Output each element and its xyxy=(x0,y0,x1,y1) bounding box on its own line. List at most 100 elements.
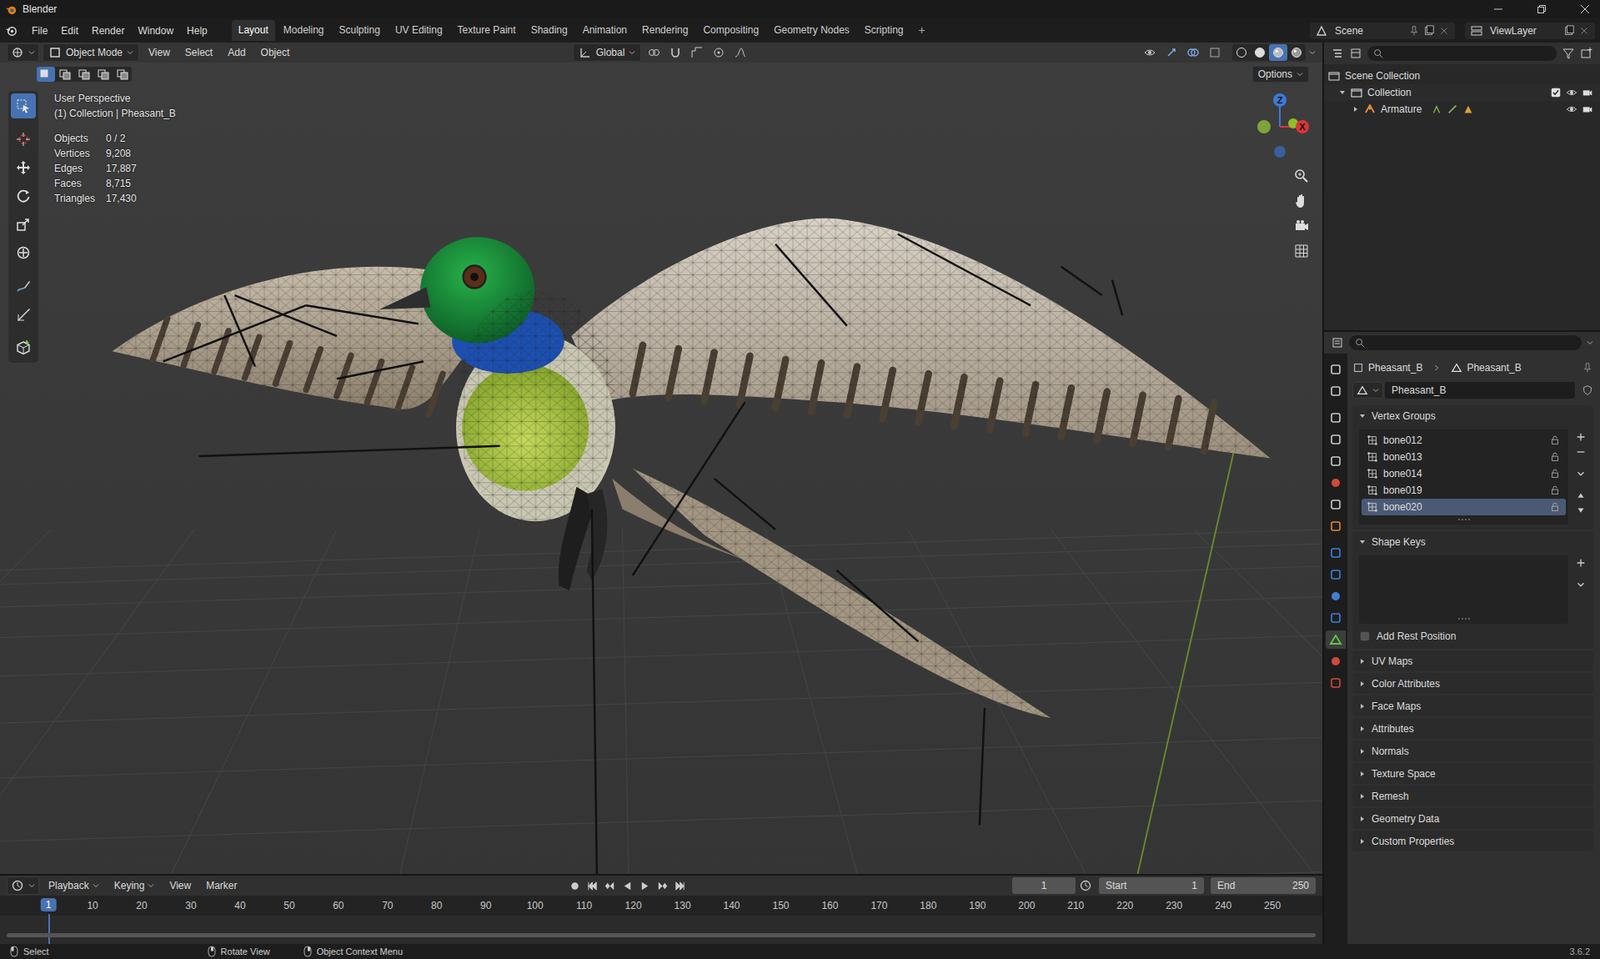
vertex-group-row[interactable]: bone014 xyxy=(1361,465,1566,482)
close-icon[interactable] xyxy=(1579,4,1590,15)
unlocked-icon[interactable] xyxy=(1549,434,1561,447)
play-reverse-icon[interactable] xyxy=(621,879,634,893)
eye-open-icon[interactable] xyxy=(1565,103,1578,116)
armature-bones[interactable] xyxy=(163,234,1123,874)
panel-title[interactable]: Color Attributes xyxy=(1352,672,1594,694)
properties-tab[interactable] xyxy=(1325,543,1346,562)
add-icon[interactable] xyxy=(1574,431,1587,443)
tool-button[interactable] xyxy=(10,211,36,237)
unlocked-icon[interactable] xyxy=(1549,501,1561,513)
timeline-menu-item[interactable]: View xyxy=(163,877,197,894)
delete-scene-icon[interactable] xyxy=(1438,25,1450,37)
select-mode-button[interactable] xyxy=(55,66,75,82)
tool-button[interactable] xyxy=(10,335,36,361)
properties-tab[interactable] xyxy=(1325,586,1346,606)
menu-item[interactable]: Help xyxy=(180,22,214,40)
outliner-row[interactable]: Collection xyxy=(1324,84,1600,101)
resize-grip[interactable] xyxy=(1361,515,1566,522)
outliner-row[interactable]: Armature xyxy=(1324,100,1600,118)
panel-title[interactable]: Custom Properties xyxy=(1352,830,1594,852)
vertex-group-name[interactable]: bone012 xyxy=(1383,434,1423,447)
workspace-tab[interactable]: Geometry Nodes xyxy=(767,20,857,41)
panel-title[interactable]: Texture Space xyxy=(1352,762,1594,784)
panel-title[interactable]: Normals xyxy=(1352,740,1594,762)
3d-viewport[interactable]: Object ModeViewSelectAddObjectGlobalOpti… xyxy=(0,42,1323,874)
menu-item[interactable]: File xyxy=(25,22,54,40)
snap-target-icon[interactable] xyxy=(690,45,704,60)
vertex-group-name[interactable]: bone020 xyxy=(1383,501,1423,513)
render-camera-icon[interactable] xyxy=(1581,103,1594,116)
panel-title[interactable]: Geometry Data xyxy=(1352,807,1594,829)
camera-icon[interactable] xyxy=(1293,217,1310,235)
previous-keyframe-icon[interactable] xyxy=(603,879,617,893)
tool-button[interactable] xyxy=(10,155,36,181)
panel-title[interactable]: Attributes xyxy=(1352,717,1594,739)
overlays-icon[interactable] xyxy=(1186,45,1200,60)
pin-icon[interactable] xyxy=(1408,25,1420,37)
properties-tab[interactable] xyxy=(1325,516,1346,536)
timeline-menu-item[interactable]: Keying xyxy=(108,877,161,894)
workspace-tab[interactable]: Rendering xyxy=(635,20,695,41)
outliner-row[interactable]: Scene Collection xyxy=(1324,67,1600,85)
specials-icon[interactable] xyxy=(1574,467,1587,480)
vertex-group-name[interactable]: bone014 xyxy=(1383,467,1423,480)
timeline-scrollbar[interactable] xyxy=(6,932,1316,938)
clock-icon[interactable] xyxy=(1078,878,1093,893)
menu-item[interactable]: Edit xyxy=(55,22,85,40)
outliner-label[interactable]: Armature xyxy=(1380,103,1422,116)
panel-title[interactable]: Shape Keys xyxy=(1352,531,1594,552)
viewport-menu-item[interactable]: Object xyxy=(255,44,296,61)
restore-icon[interactable] xyxy=(1536,4,1547,15)
tool-button[interactable] xyxy=(10,240,36,266)
add-icon[interactable] xyxy=(1574,556,1587,569)
resize-grip[interactable] xyxy=(1361,614,1566,622)
specials-icon[interactable] xyxy=(1574,578,1587,591)
properties-tab[interactable] xyxy=(1325,430,1346,449)
pin-icon[interactable] xyxy=(1581,361,1594,374)
vertex-group-row[interactable]: bone013 xyxy=(1361,448,1566,466)
workspace-tab[interactable]: Shading xyxy=(524,20,575,41)
timeline-menu-item[interactable]: Playback xyxy=(42,877,106,894)
navigation-gizmo[interactable]: ZX xyxy=(1246,88,1314,164)
properties-search[interactable] xyxy=(1349,335,1582,351)
tool-button[interactable] xyxy=(10,93,36,119)
panel-title[interactable]: Remesh xyxy=(1352,785,1594,807)
shading-mode-button[interactable] xyxy=(1250,44,1269,61)
panel-title[interactable]: UV Maps xyxy=(1352,650,1594,672)
tool-button[interactable] xyxy=(10,273,36,299)
timeline-track[interactable]: 1020304050607080901001101201301401501601… xyxy=(0,895,1323,944)
tool-button[interactable] xyxy=(10,301,36,327)
select-mode-button[interactable] xyxy=(113,66,132,82)
falloff-icon[interactable] xyxy=(733,45,748,60)
move-down-icon[interactable] xyxy=(1574,504,1587,517)
outliner-icon[interactable] xyxy=(1330,46,1345,61)
menu-item[interactable]: Render xyxy=(85,22,131,40)
outliner-label[interactable]: Scene Collection xyxy=(1344,70,1420,82)
properties-tab[interactable] xyxy=(1325,652,1346,671)
editor-type-dropdown[interactable] xyxy=(6,876,40,895)
eye-open-icon[interactable] xyxy=(1565,86,1578,99)
vertex-group-name[interactable]: bone013 xyxy=(1383,451,1423,463)
mode-dropdown[interactable]: Object Mode xyxy=(42,43,140,62)
start-frame-field[interactable]: Start1 xyxy=(1098,877,1204,894)
scene-selector[interactable]: Scene xyxy=(1309,22,1455,40)
vertex-group-row[interactable]: bone020 xyxy=(1361,498,1566,516)
unlocked-icon[interactable] xyxy=(1549,467,1561,480)
select-mode-button[interactable] xyxy=(75,66,94,82)
view-layer-name[interactable]: ViewLayer xyxy=(1486,25,1560,37)
shading-mode-button[interactable] xyxy=(1287,44,1306,61)
snap-icon[interactable] xyxy=(668,45,683,60)
timeline-menu-item[interactable]: Marker xyxy=(200,877,243,894)
viewport-menu-item[interactable]: View xyxy=(142,44,176,61)
vertex-group-row[interactable]: bone019 xyxy=(1361,481,1566,499)
grid-icon[interactable] xyxy=(1293,242,1310,260)
xray-icon[interactable] xyxy=(1208,45,1222,60)
pivot-icon[interactable] xyxy=(647,45,661,60)
workspace-tab[interactable]: Modeling xyxy=(276,20,332,41)
scene-name[interactable]: Scene xyxy=(1331,25,1405,37)
add-workspace-button[interactable]: + xyxy=(912,19,933,42)
playhead[interactable]: 1 xyxy=(40,897,57,912)
view-layer-selector[interactable]: ViewLayer xyxy=(1464,22,1595,40)
workspace-tab[interactable]: Texture Paint xyxy=(451,20,523,41)
properties-tab[interactable] xyxy=(1325,608,1346,627)
